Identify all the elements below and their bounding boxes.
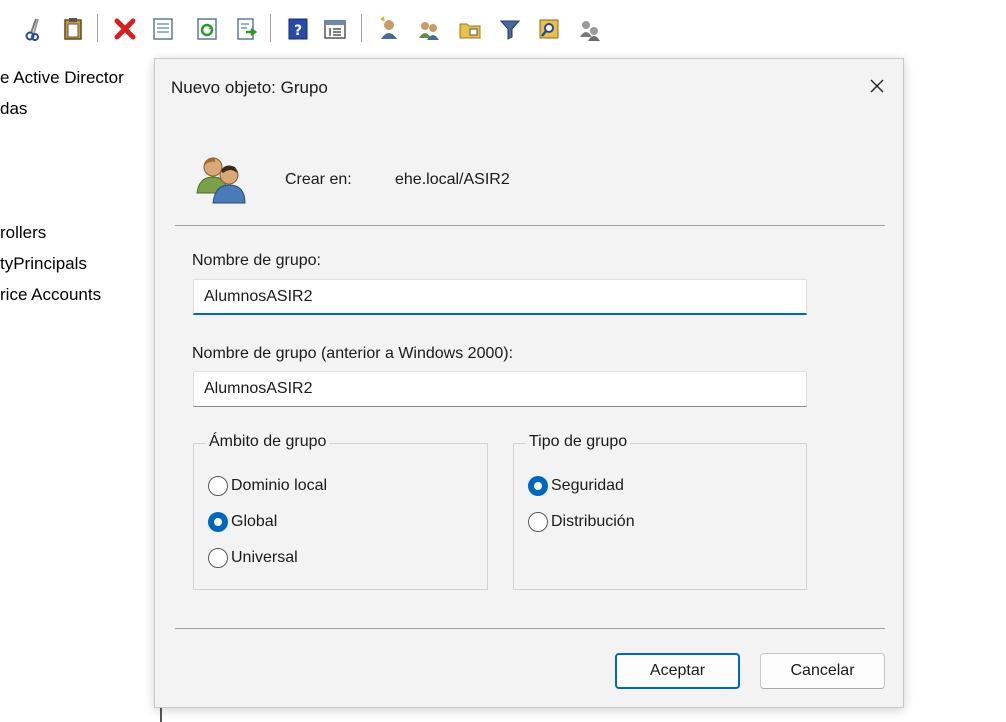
ok-button[interactable]: Aceptar <box>615 653 740 689</box>
group-scope-box: Ámbito de grupo Dominio local Global Uni… <box>193 433 488 590</box>
divider <box>175 225 885 226</box>
radio-seguridad[interactable]: Seguridad <box>528 476 624 496</box>
new-ou-icon[interactable] <box>457 16 483 42</box>
radio-label: Distribución <box>551 513 635 530</box>
group-name-label: Nombre de grupo: <box>192 252 321 269</box>
show-console-tree-icon[interactable] <box>322 16 348 42</box>
new-user-icon[interactable] <box>376 16 402 42</box>
tree-item[interactable]: rice Accounts <box>0 285 101 305</box>
close-button[interactable] <box>861 71 893 101</box>
cut-icon[interactable] <box>22 16 48 42</box>
refresh-icon[interactable] <box>194 16 220 42</box>
group-name-pre2000-label: Nombre de grupo (anterior a Windows 2000… <box>192 345 514 362</box>
find-icon[interactable] <box>536 16 562 42</box>
tree-item[interactable]: tyPrincipals <box>0 254 87 274</box>
radio-universal[interactable]: Universal <box>208 548 298 568</box>
mmc-window: ? e Active Director das rollers tyPrinci… <box>0 0 1006 722</box>
console-tree: e Active Director das rollers tyPrincipa… <box>0 60 160 722</box>
radio-label: Global <box>231 513 278 530</box>
create-in-label: Crear en: <box>285 171 352 188</box>
radio-circle <box>528 512 548 532</box>
tree-item[interactable]: e Active Director <box>0 68 124 88</box>
toolbar: ? <box>0 0 1006 44</box>
close-icon <box>870 79 884 93</box>
group-scope-title: Ámbito de grupo <box>206 433 330 451</box>
radio-label: Seguridad <box>551 477 624 494</box>
group-type-title: Tipo de grupo <box>526 433 631 451</box>
svg-text:?: ? <box>294 23 302 39</box>
delete-icon[interactable] <box>112 16 138 42</box>
tree-item[interactable]: rollers <box>0 223 46 243</box>
radio-dominio-local[interactable]: Dominio local <box>208 476 327 496</box>
new-group-dialog: Nuevo objeto: Grupo Crear en: ehe.local/… <box>154 58 904 708</box>
export-list-icon[interactable] <box>234 16 260 42</box>
group-name-input[interactable] <box>193 279 807 315</box>
radio-circle-checked <box>208 512 228 532</box>
group-icon <box>193 153 249 205</box>
radio-circle <box>208 476 228 496</box>
new-group-icon[interactable] <box>416 16 442 42</box>
filter-icon[interactable] <box>497 16 523 42</box>
group-name-pre2000-input[interactable] <box>193 371 807 407</box>
properties-icon[interactable] <box>150 16 176 42</box>
radio-circle <box>208 548 228 568</box>
paste-icon[interactable] <box>60 16 86 42</box>
dialog-title: Nuevo objeto: Grupo <box>171 78 328 97</box>
help-icon[interactable]: ? <box>285 16 311 42</box>
radio-circle-checked <box>528 476 548 496</box>
radio-global[interactable]: Global <box>208 512 277 532</box>
radio-label: Dominio local <box>231 477 328 494</box>
add-to-group-icon[interactable] <box>576 16 602 42</box>
tree-item[interactable]: das <box>0 99 27 119</box>
cancel-button[interactable]: Cancelar <box>760 653 885 689</box>
radio-label: Universal <box>231 549 298 566</box>
create-in-path: ehe.local/ASIR2 <box>395 171 510 188</box>
radio-distribucion[interactable]: Distribución <box>528 512 635 532</box>
group-type-box: Tipo de grupo Seguridad Distribución <box>513 433 807 590</box>
tree-divider <box>160 706 162 722</box>
divider <box>175 628 885 629</box>
